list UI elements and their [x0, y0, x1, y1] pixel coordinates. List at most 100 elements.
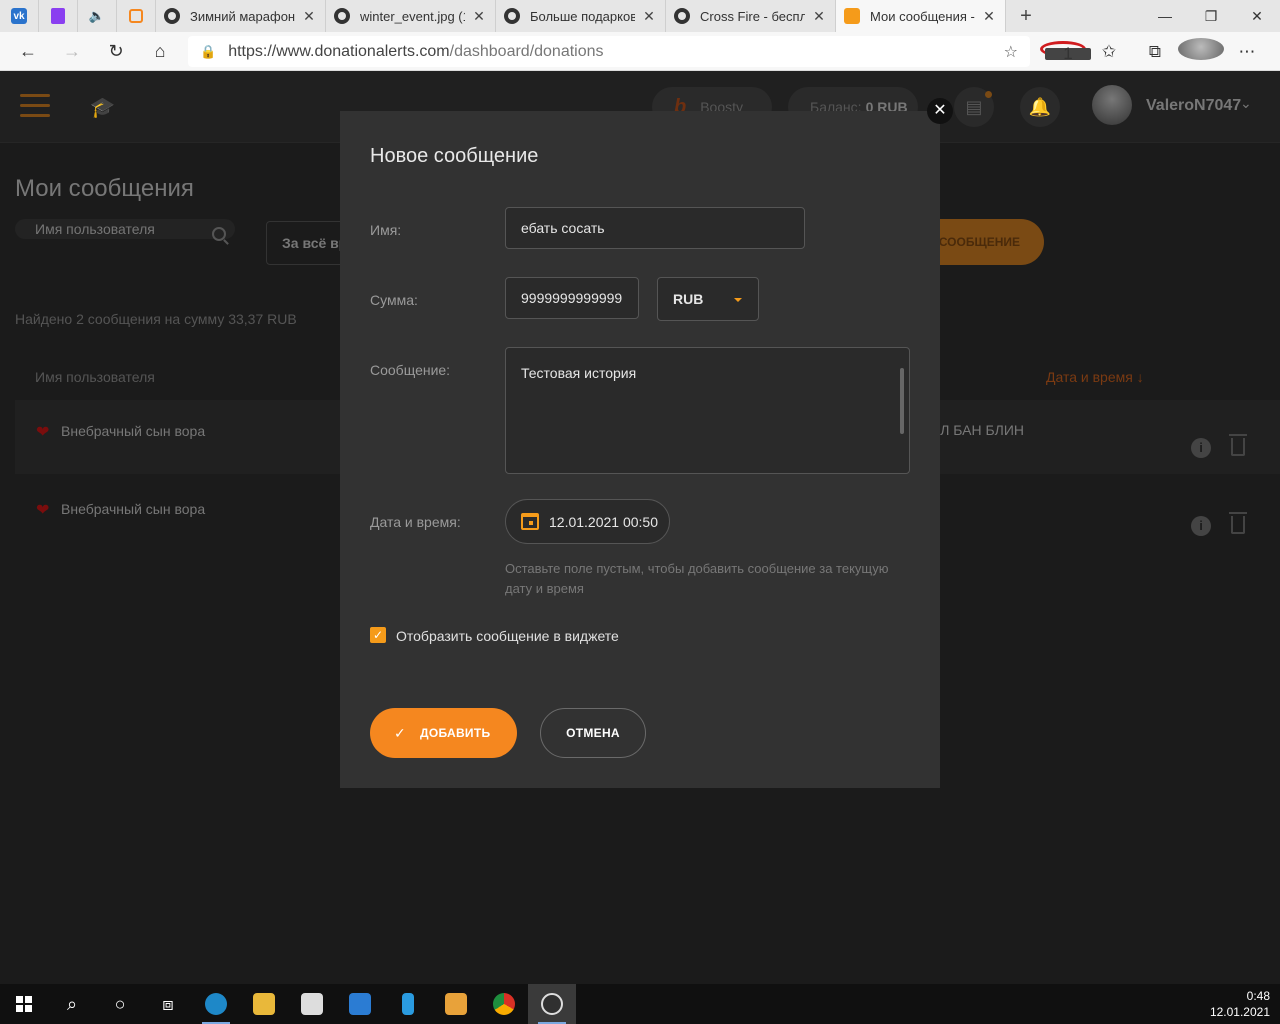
heart-icon: ❤: [36, 502, 50, 519]
more-menu-icon[interactable]: ⋯: [1224, 42, 1270, 62]
message-textarea[interactable]: Тестовая история: [505, 347, 910, 474]
forward-icon[interactable]: →: [50, 41, 94, 62]
edge-taskbar-icon[interactable]: [192, 984, 240, 1024]
pinned-tab-vk[interactable]: vk: [0, 0, 39, 32]
calendar-icon: [521, 513, 539, 530]
browser-tab-active[interactable]: Мои сообщения - П ✕: [836, 0, 1006, 32]
cross-fire-favicon-icon: [674, 8, 690, 24]
tab-close-icon[interactable]: ✕: [301, 8, 317, 25]
cross-fire-favicon-icon: [334, 8, 350, 24]
tab-close-icon[interactable]: ✕: [641, 8, 657, 25]
show-in-widget-label[interactable]: Отобразить сообщение в виджете: [396, 628, 619, 644]
name-field[interactable]: ебать сосать: [505, 207, 805, 249]
phone-app-icon[interactable]: [384, 984, 432, 1024]
cross-fire-favicon-icon: [164, 8, 180, 24]
tab-close-icon[interactable]: ✕: [471, 8, 487, 25]
textarea-scrollbar[interactable]: [900, 368, 904, 434]
mail-icon[interactable]: [336, 984, 384, 1024]
cortana-icon[interactable]: ○: [96, 984, 144, 1024]
video-editor-icon[interactable]: [432, 984, 480, 1024]
browser-tab-strip: vk 🔈 Зимний марафон ✕ winter_event.jpg (…: [0, 0, 1280, 32]
taskbar-clock[interactable]: 0:48 12.01.2021: [1210, 988, 1270, 1020]
favorites-icon[interactable]: ✩: [1086, 42, 1132, 62]
lock-icon: 🔒: [200, 43, 217, 59]
tab-close-icon[interactable]: ✕: [811, 8, 827, 25]
tab-label: Мои сообщения - П: [870, 8, 975, 24]
graduation-cap-icon[interactable]: 🎓: [90, 95, 115, 120]
donationalerts-favicon-icon: [844, 8, 860, 24]
twitch-icon: [51, 8, 65, 24]
avatar[interactable]: [1092, 85, 1132, 125]
profile-avatar[interactable]: [1178, 38, 1224, 65]
new-tab-button[interactable]: +: [1006, 0, 1046, 32]
column-header-user[interactable]: Имя пользователя: [35, 369, 155, 385]
vk-icon: vk: [11, 8, 27, 24]
home-icon[interactable]: ⌂: [138, 41, 182, 62]
favorite-star-icon[interactable]: ☆: [1004, 42, 1018, 62]
heart-icon: ❤: [36, 424, 50, 441]
task-view-icon[interactable]: ⧈: [144, 984, 192, 1024]
extension-badge: 1: [1045, 45, 1091, 62]
dialog-title: Новое сообщение: [370, 145, 539, 167]
back-icon[interactable]: ←: [6, 41, 50, 62]
bell-icon[interactable]: 🔔: [1020, 87, 1060, 127]
news-indicator: [985, 91, 992, 98]
reload-icon[interactable]: ↻: [94, 41, 138, 62]
browser-tab[interactable]: Больше подарков! » ✕: [496, 0, 666, 32]
menu-burger-icon[interactable]: [20, 94, 50, 118]
url-host: https://www.donationalerts.com: [228, 42, 450, 60]
address-bar[interactable]: 🔒 https://www.donationalerts.com/dashboa…: [188, 36, 1030, 67]
opera-extension-icon[interactable]: 1: [1040, 41, 1091, 62]
tab-label: Зимний марафон: [190, 8, 295, 24]
date-picker[interactable]: 12.01.2021 00:50: [505, 499, 670, 544]
info-icon[interactable]: i: [1191, 516, 1211, 536]
row-user-name: Внебрачный сын вора: [61, 501, 206, 517]
currency-value: RUB: [673, 291, 704, 307]
show-in-widget-checkbox[interactable]: ✓: [370, 627, 386, 643]
search-input[interactable]: [35, 221, 205, 237]
news-icon[interactable]: ▤: [954, 87, 994, 127]
sum-label: Сумма:: [370, 292, 418, 308]
info-icon[interactable]: i: [1191, 438, 1211, 458]
obs-icon[interactable]: [528, 984, 576, 1024]
pinned-tab-other[interactable]: [117, 0, 156, 32]
currency-select[interactable]: RUB: [657, 277, 759, 321]
sum-field[interactable]: 9999999999999: [505, 277, 639, 319]
close-dialog-icon[interactable]: ✕: [927, 98, 953, 124]
start-button[interactable]: [0, 984, 48, 1024]
clock-date: 12.01.2021: [1209, 1005, 1270, 1019]
cross-fire-favicon-icon: [504, 8, 520, 24]
restore-icon[interactable]: ❐: [1188, 0, 1234, 32]
pinned-tab-audio[interactable]: 🔈: [78, 0, 117, 32]
speaker-icon: 🔈: [88, 8, 106, 23]
browser-tab[interactable]: Зимний марафон ✕: [156, 0, 326, 32]
close-window-icon[interactable]: ✕: [1234, 0, 1280, 32]
add-button[interactable]: ✓ ДОБАВИТЬ: [370, 708, 517, 758]
row-user-name: Внебрачный сын вора: [61, 423, 206, 439]
cancel-button[interactable]: ОТМЕНА: [540, 708, 646, 758]
url-path: /dashboard/donations: [449, 42, 604, 60]
file-explorer-icon[interactable]: [240, 984, 288, 1024]
message-label: Сообщение:: [370, 362, 451, 378]
tab-label: Больше подарков! »: [530, 8, 635, 24]
pinned-tab-twitch[interactable]: [39, 0, 78, 32]
collections-icon[interactable]: ⧉: [1132, 42, 1178, 62]
browser-tab[interactable]: Cross Fire - бесплатн ✕: [666, 0, 836, 32]
search-icon[interactable]: [212, 227, 226, 241]
browser-tab[interactable]: winter_event.jpg (1210 ✕: [326, 0, 496, 32]
page-title: Мои сообщения: [15, 175, 194, 202]
trash-icon[interactable]: [1229, 434, 1247, 456]
chevron-down-icon[interactable]: ⌄: [1240, 95, 1252, 112]
minimize-icon[interactable]: —: [1142, 0, 1188, 32]
user-name[interactable]: ValeroN7047: [1146, 97, 1241, 115]
store-icon[interactable]: [288, 984, 336, 1024]
search-taskbar-icon[interactable]: ⌕: [48, 984, 96, 1024]
chrome-icon[interactable]: [480, 984, 528, 1024]
results-summary: Найдено 2 сообщения на сумму 33,37 RUB: [15, 311, 297, 327]
tab-label: winter_event.jpg (1210: [360, 8, 465, 24]
trash-icon[interactable]: [1229, 512, 1247, 534]
column-header-date[interactable]: Дата и время ↓: [1046, 369, 1144, 385]
row-message: ЛЛ БАН БЛИН: [931, 422, 1025, 438]
tab-close-icon[interactable]: ✕: [981, 8, 997, 25]
new-message-dialog: Новое сообщение Имя: ебать сосать Сумма:…: [340, 111, 940, 788]
